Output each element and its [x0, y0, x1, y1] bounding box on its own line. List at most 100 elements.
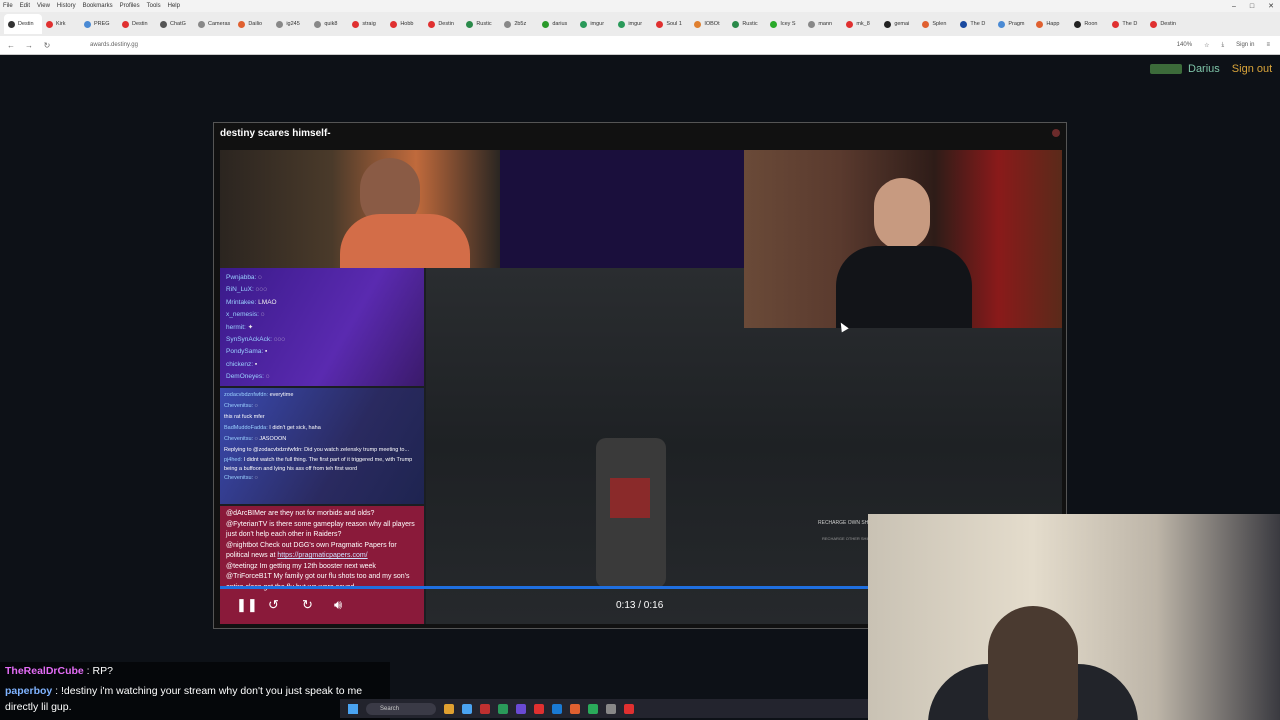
browser-tab[interactable]: imgur	[614, 14, 652, 34]
modal-title: destiny scares himself-	[220, 128, 331, 139]
forward-skip-icon[interactable]: ↻	[302, 597, 313, 613]
browser-tab[interactable]: straig	[348, 14, 386, 34]
time-display: 0:13 / 0:16	[616, 600, 664, 611]
menu-item-help[interactable]: Help	[168, 3, 180, 9]
browser-tab[interactable]: Cameras	[194, 14, 234, 34]
favicon-icon	[846, 20, 854, 28]
taskbar-app-icon[interactable]	[516, 703, 526, 714]
back-icon[interactable]: ←	[4, 41, 18, 50]
browser-tab[interactable]: Roon	[1070, 14, 1108, 34]
browser-tab[interactable]: Destin	[424, 14, 462, 34]
browser-tab[interactable]: Pragm	[994, 14, 1032, 34]
pause-icon[interactable]: ❚❚	[236, 597, 258, 613]
taskbar-app-icon[interactable]	[498, 703, 508, 714]
favicon-icon	[884, 20, 892, 28]
browser-tab[interactable]: imgur	[576, 14, 614, 34]
minimize-icon[interactable]: –	[1232, 3, 1236, 10]
taskbar: Search	[340, 699, 868, 718]
browser-tab[interactable]: Kirk	[42, 14, 80, 34]
browser-tab[interactable]: Destin	[1146, 14, 1184, 34]
taskbar-app-icon[interactable]	[462, 703, 472, 714]
browser-tab[interactable]: Hobb	[386, 14, 424, 34]
bookmark-star-icon[interactable]: ☆	[1204, 42, 1209, 49]
username[interactable]: Darius	[1188, 63, 1220, 75]
browser-tab[interactable]: 2b5z	[500, 14, 538, 34]
stream-chat-message: paperboy : !destiny i'm watching your st…	[5, 685, 363, 713]
browser-tab[interactable]: Destin	[4, 14, 42, 34]
browser-tab[interactable]: Dailio	[234, 14, 272, 34]
stream-chat-message: TheRealDrCube : RP?	[5, 665, 113, 677]
rewind-icon[interactable]: ↺	[268, 597, 279, 613]
browser-tab[interactable]: Splen	[918, 14, 956, 34]
browser-tab[interactable]: mann	[804, 14, 842, 34]
menu-item-file[interactable]: File	[3, 3, 13, 9]
start-icon[interactable]	[348, 703, 358, 714]
taskbar-search[interactable]: Search	[366, 702, 436, 715]
favicon-icon	[922, 20, 930, 28]
taskbar-app-icon[interactable]	[606, 703, 616, 714]
chat-line: SynSynAckAck: ◌◌◌	[226, 334, 418, 346]
browser-tab[interactable]: The D	[956, 14, 994, 34]
download-icon[interactable]: ⤓	[1221, 42, 1224, 49]
tab-label: Kirk	[56, 21, 66, 27]
browser-tab[interactable]: The D	[1108, 14, 1146, 34]
favicon-icon	[390, 20, 398, 28]
browser-tab[interactable]: mk_8	[842, 14, 880, 34]
favicon-icon	[238, 20, 246, 28]
chat-username: Pwnjabba:	[226, 274, 257, 281]
chat-message: ◌◌◌	[255, 286, 268, 294]
tab-label: quik8	[324, 21, 338, 27]
zoom-level[interactable]: 140%	[1177, 42, 1192, 48]
menu-item-tools[interactable]: Tools	[147, 3, 161, 9]
browser-tab[interactable]: Happ	[1032, 14, 1070, 34]
tab-label: ig245	[286, 21, 300, 27]
menu-icon[interactable]: ≡	[1266, 42, 1270, 48]
reload-icon[interactable]: ↻	[40, 41, 54, 50]
close-icon[interactable]: ✕	[1268, 2, 1274, 10]
favicon-icon	[314, 20, 322, 28]
menu-item-profiles[interactable]: Profiles	[120, 3, 140, 9]
tab-label: PREG	[94, 21, 110, 27]
browser-tab[interactable]: Rustic	[462, 14, 500, 34]
browser-tab[interactable]: Destin	[118, 14, 156, 34]
chat-line: chickenz: ▪	[226, 359, 418, 371]
menu-item-history[interactable]: History	[57, 3, 76, 9]
taskbar-app-icon[interactable]	[552, 703, 562, 714]
tab-label: Roon	[1084, 21, 1098, 27]
browser-tab[interactable]: Icey S	[766, 14, 804, 34]
menu-item-edit[interactable]: Edit	[20, 3, 30, 9]
pragmatic-papers-link[interactable]: https://pragmaticpapers.com/	[277, 552, 367, 559]
tab-label: imgur	[590, 21, 605, 27]
menu-item-view[interactable]: View	[37, 3, 50, 9]
taskbar-app-icon[interactable]	[444, 703, 454, 714]
url-field[interactable]: awards.destiny.gg	[90, 42, 138, 48]
signin-button[interactable]: Sign in	[1236, 42, 1254, 48]
taskbar-app-icon[interactable]	[480, 703, 490, 714]
browser-tab[interactable]: darius	[538, 14, 576, 34]
maximize-icon[interactable]: □	[1250, 3, 1254, 10]
taskbar-app-icon[interactable]	[588, 703, 598, 714]
menu-item-bookmarks[interactable]: Bookmarks	[83, 3, 113, 9]
signout-link[interactable]: Sign out	[1232, 63, 1272, 75]
chat-message: ◌	[260, 311, 265, 319]
browser-tab[interactable]: quik8	[310, 14, 348, 34]
favicon-icon	[580, 20, 588, 28]
browser-tab[interactable]: Soul 1	[652, 14, 690, 34]
close-icon[interactable]	[1052, 129, 1060, 137]
favicon-icon	[1150, 20, 1158, 28]
browser-tab[interactable]: ig245	[272, 14, 310, 34]
taskbar-app-icon[interactable]	[624, 703, 634, 714]
taskbar-app-icon[interactable]	[570, 703, 580, 714]
volume-icon[interactable]: 🔊︎	[334, 597, 342, 613]
browser-tab[interactable]: ChatG	[156, 14, 194, 34]
chat-line: RiN_LuX: ◌◌◌	[226, 284, 418, 296]
browser-tab[interactable]: gemai	[880, 14, 918, 34]
taskbar-app-icon[interactable]	[534, 703, 544, 714]
browser-tab[interactable]: IOBOt	[690, 14, 728, 34]
menu-bar: File Edit View History Bookmarks Profiles Tool…	[0, 0, 1280, 12]
forward-icon[interactable]: →	[22, 41, 36, 50]
chat-message: LMAO	[258, 298, 277, 306]
browser-tab[interactable]: PREG	[80, 14, 118, 34]
tab-label: Happ	[1046, 21, 1060, 27]
browser-tab[interactable]: Rustic	[728, 14, 766, 34]
